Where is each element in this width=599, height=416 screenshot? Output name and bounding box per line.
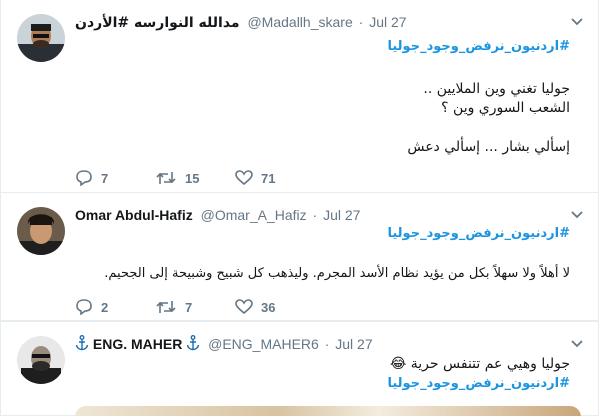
reply-button[interactable]: 2	[75, 299, 155, 315]
hashtag-link[interactable]: #اردنيون_نرفض_وجود_جوليا	[387, 374, 570, 394]
tweet[interactable]: ENG. MAHER @ENG_MAHER6 · Jul 27 جوليا وه…	[1, 321, 598, 416]
reply-count: 7	[101, 170, 109, 186]
hashtag-link[interactable]: #اردنيون_نرفض_وجود_جوليا	[387, 37, 570, 57]
chevron-down-icon[interactable]	[570, 14, 584, 28]
reply-count: 2	[101, 299, 109, 315]
tweet-text-line: جوليا تغني وين الملايين ..	[423, 81, 570, 97]
retweet-count: 7	[185, 299, 193, 315]
separator: ·	[312, 207, 318, 223]
avatar[interactable]	[17, 14, 65, 62]
retweet-count: 15	[185, 170, 200, 186]
tweet-actions: 2 7 36	[75, 297, 315, 317]
username[interactable]: @Madallh_skare	[247, 14, 352, 30]
anchor-icon	[75, 335, 89, 351]
tweet[interactable]: Omar Abdul-Hafiz @Omar_A_Hafiz · Jul 27 …	[1, 193, 598, 321]
tweet-text: جوليا وهيي عم تتنفس حرية 😂	[389, 356, 570, 372]
tweet-header: مدالله النوارسه #الأردن @Madallh_skare ·…	[75, 12, 558, 32]
tweet[interactable]: مدالله النوارسه #الأردن @Madallh_skare ·…	[1, 0, 598, 193]
chevron-down-icon[interactable]	[570, 336, 584, 350]
display-name[interactable]: مدالله النوارسه #الأردن	[75, 15, 240, 31]
username[interactable]: @ENG_MAHER6	[208, 336, 319, 352]
hashtag-link[interactable]: #اردنيون_نرفض_وجود_جوليا	[387, 224, 570, 244]
avatar[interactable]	[17, 207, 65, 255]
display-name[interactable]: ENG. MAHER	[93, 336, 182, 352]
timeline: مدالله النوارسه #الأردن @Madallh_skare ·…	[0, 0, 599, 416]
timestamp[interactable]: Jul 27	[369, 14, 406, 30]
timestamp[interactable]: Jul 27	[323, 207, 360, 223]
like-count: 71	[261, 170, 276, 186]
heart-icon	[235, 299, 253, 315]
chevron-down-icon[interactable]	[570, 207, 584, 221]
timestamp[interactable]: Jul 27	[335, 336, 372, 352]
tweet-header: Omar Abdul-Hafiz @Omar_A_Hafiz · Jul 27	[75, 205, 558, 225]
heart-icon	[235, 170, 253, 186]
reply-icon	[76, 299, 92, 315]
retweet-button[interactable]: 7	[155, 299, 235, 315]
reply-icon	[76, 170, 92, 186]
like-count: 36	[261, 299, 276, 315]
reply-button[interactable]: 7	[75, 170, 155, 186]
tweet-text-line: إسألي بشار ... إسألي دعش	[407, 139, 570, 155]
username[interactable]: @Omar_A_Hafiz	[201, 207, 307, 223]
retweet-icon	[156, 172, 176, 184]
retweet-icon	[156, 301, 176, 313]
retweet-button[interactable]: 15	[155, 170, 235, 186]
like-button[interactable]: 71	[235, 170, 315, 186]
like-button[interactable]: 36	[235, 299, 315, 315]
anchor-icon	[187, 335, 200, 351]
separator: ·	[358, 14, 364, 30]
tweet-text: لا أهلاً ولا سهلاً بكل من يؤيد نظام الأس…	[104, 266, 570, 281]
tweet-actions: 7 15 71	[75, 168, 315, 188]
display-name[interactable]: Omar Abdul-Hafiz	[75, 207, 193, 223]
avatar[interactable]	[17, 336, 65, 384]
tweet-text-line: الشعب السوري وين ؟	[441, 100, 570, 116]
tweet-header: ENG. MAHER @ENG_MAHER6 · Jul 27	[75, 334, 558, 354]
media-preview[interactable]	[75, 406, 581, 416]
separator: ·	[324, 336, 330, 352]
